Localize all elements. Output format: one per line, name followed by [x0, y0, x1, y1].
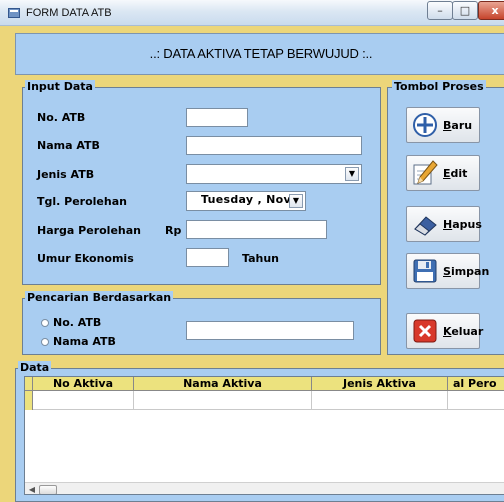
table-cell[interactable]: [448, 391, 504, 410]
column-header-jenis-aktiva[interactable]: Jenis Aktiva: [312, 377, 448, 391]
row-header-cell: [25, 377, 33, 391]
baru-label: aru: [451, 119, 473, 132]
data-legend: Data: [18, 361, 52, 375]
simpan-access-key: S: [443, 265, 451, 278]
pencil-paper-icon: [413, 160, 438, 185]
plus-circle-icon: [413, 113, 437, 137]
close-button[interactable]: x: [478, 1, 504, 20]
maximize-button[interactable]: □: [452, 1, 478, 20]
radio-no-atb[interactable]: [41, 319, 49, 327]
nama-atb-label: Nama ATB: [37, 139, 100, 152]
input-data-group: Input Data No. ATB Nama ATB Jenis ATB ▼ …: [22, 80, 381, 285]
horizontal-scrollbar[interactable]: ◀ ▶: [25, 482, 504, 494]
harga-perolehan-label: Harga Perolehan: [37, 224, 142, 237]
tgl-perolehan-value: Tuesday , Novemb: [201, 193, 289, 206]
search-input[interactable]: [186, 321, 354, 340]
hapus-button[interactable]: Hapus: [406, 206, 482, 242]
umur-ekonomis-label: Umur Ekonomis: [37, 252, 134, 265]
header-panel: ..: DATA AKTIVA TETAP BERWUJUD :..: [15, 33, 504, 75]
main-window: FORM DATA ATB – □ x ..: DATA AKTIVA TETA…: [0, 0, 504, 502]
jenis-atb-label: Jenis ATB: [37, 168, 95, 181]
tgl-perolehan-datepicker[interactable]: Tuesday , Novemb ▼: [186, 191, 306, 211]
title-bar[interactable]: FORM DATA ATB – □ x: [0, 0, 504, 26]
hapus-access-key: H: [443, 218, 453, 231]
data-group: Data No Aktiva Nama Aktiva Jenis Aktiva …: [15, 361, 504, 502]
window-title: FORM DATA ATB: [26, 7, 112, 19]
keluar-label: eluar: [451, 325, 484, 338]
floppy-disk-icon: [413, 259, 437, 283]
no-atb-input[interactable]: [186, 108, 248, 127]
no-atb-label: No. ATB: [37, 111, 86, 124]
table-cell[interactable]: [134, 391, 312, 410]
table-cell[interactable]: [33, 391, 134, 410]
column-header-no-aktiva[interactable]: No Aktiva: [33, 377, 134, 391]
harga-perolehan-input[interactable]: [186, 220, 327, 239]
table-cell[interactable]: [312, 391, 448, 410]
red-x-icon: [413, 319, 437, 343]
tombol-proses-legend: Tombol Proses: [392, 80, 486, 94]
radio-nama-atb[interactable]: [41, 338, 49, 346]
simpan-label: impan: [450, 265, 490, 278]
pencarian-group: Pencarian Berdasarkan No. ATB Nama ATB: [22, 291, 381, 355]
eraser-icon: [414, 216, 437, 236]
jenis-atb-select[interactable]: ▼: [186, 164, 362, 184]
edit-button[interactable]: Edit: [406, 155, 480, 191]
page-title: ..: DATA AKTIVA TETAP BERWUJUD :..: [149, 46, 373, 61]
simpan-button[interactable]: Simpan: [406, 253, 489, 289]
tombol-proses-group: Tombol Proses Baru Edit Hapus Simpan Kel…: [387, 80, 504, 355]
nama-atb-input[interactable]: [186, 136, 362, 155]
app-icon: [8, 8, 20, 18]
chevron-down-icon[interactable]: ▼: [345, 167, 359, 181]
grid-header: No Aktiva Nama Aktiva Jenis Aktiva al Pe…: [25, 377, 504, 391]
pencarian-legend: Pencarian Berdasarkan: [25, 291, 174, 305]
table-row[interactable]: [25, 391, 504, 410]
radio-no-atb-label[interactable]: No. ATB: [53, 316, 101, 329]
radio-nama-atb-label[interactable]: Nama ATB: [53, 335, 116, 348]
calendar-dropdown-icon[interactable]: ▼: [289, 194, 303, 208]
edit-access-key: E: [443, 167, 451, 180]
scroll-thumb[interactable]: [39, 485, 57, 494]
minimize-button[interactable]: –: [427, 1, 453, 20]
keluar-button[interactable]: Keluar: [406, 313, 484, 349]
scroll-left-icon[interactable]: ◀: [26, 484, 38, 494]
baru-button[interactable]: Baru: [406, 107, 480, 143]
column-header-nama-aktiva[interactable]: Nama Aktiva: [134, 377, 312, 391]
rp-label: Rp: [165, 224, 182, 237]
column-header-tgl-perolehan[interactable]: al Pero: [448, 377, 504, 391]
data-grid[interactable]: No Aktiva Nama Aktiva Jenis Aktiva al Pe…: [24, 376, 504, 495]
input-data-legend: Input Data: [25, 80, 95, 94]
umur-ekonomis-input[interactable]: [186, 248, 229, 267]
edit-label: dit: [450, 167, 468, 180]
tgl-perolehan-label: Tgl. Perolehan: [37, 195, 127, 208]
tahun-label: Tahun: [242, 252, 280, 265]
row-selector-cell: [25, 391, 33, 410]
hapus-label: apus: [452, 218, 482, 231]
